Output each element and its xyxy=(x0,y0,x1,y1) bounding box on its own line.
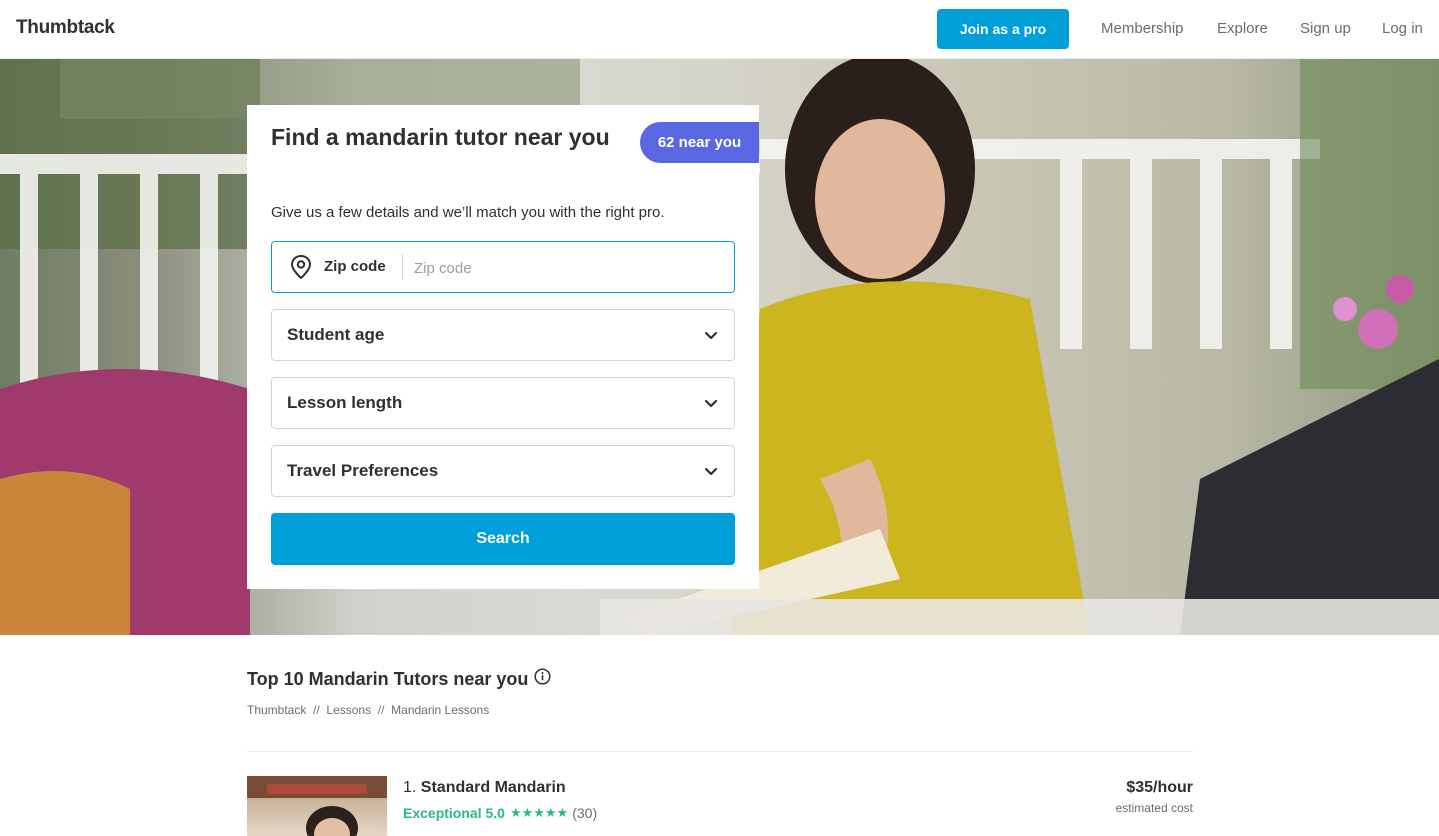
nav-membership-link[interactable]: Membership xyxy=(1101,20,1184,37)
star-rating-icons: ★★★★★ xyxy=(509,805,569,820)
chevron-down-icon xyxy=(704,396,718,414)
results-heading: Top 10 Mandarin Tutors near you xyxy=(247,668,551,690)
student-age-label: Student age xyxy=(287,325,385,344)
info-icon[interactable] xyxy=(534,668,551,690)
breadcrumb-lessons[interactable]: Lessons xyxy=(326,703,371,717)
nav-sign-up-link[interactable]: Sign up xyxy=(1300,20,1351,37)
pro-photo[interactable] xyxy=(247,776,387,836)
results-title-text: Top 10 Mandarin Tutors near you xyxy=(247,668,529,689)
nav-explore-link[interactable]: Explore xyxy=(1217,20,1268,37)
lesson-length-select[interactable]: Lesson length xyxy=(271,377,735,429)
pro-name[interactable]: 1. Standard Mandarin xyxy=(403,779,566,797)
breadcrumb-separator: // xyxy=(377,703,385,717)
travel-preferences-label: Travel Preferences xyxy=(287,461,439,480)
student-age-select[interactable]: Student age xyxy=(271,309,735,361)
search-form-card: Find a mandarin tutor near you 62 near y… xyxy=(247,105,759,589)
location-pin-icon xyxy=(290,254,312,284)
form-subtitle: Give us a few details and we’ll match yo… xyxy=(271,204,665,221)
search-button[interactable]: Search xyxy=(271,513,735,565)
chevron-down-icon xyxy=(704,464,718,482)
thumbtack-logo[interactable]: Thumbtack xyxy=(16,17,115,39)
price-note: estimated cost xyxy=(1115,801,1193,815)
nav-log-in-link[interactable]: Log in xyxy=(1382,20,1423,37)
zip-divider xyxy=(402,254,403,280)
rating-label: Exceptional 5.0 xyxy=(403,805,505,821)
top-navigation: Thumbtack Join as a pro Membership Explo… xyxy=(0,0,1439,59)
review-count: (30) xyxy=(572,805,598,821)
pro-rank: 1. xyxy=(403,779,417,796)
lesson-length-label: Lesson length xyxy=(287,393,403,412)
zip-code-label: Zip code xyxy=(324,258,386,275)
pro-rating: Exceptional 5.0 ★★★★★ (30) xyxy=(403,805,597,821)
zip-code-input[interactable] xyxy=(412,254,716,282)
breadcrumb-thumbtack[interactable]: Thumbtack xyxy=(247,703,306,717)
travel-preferences-select[interactable]: Travel Preferences xyxy=(271,445,735,497)
breadcrumb: Thumbtack // Lessons // Mandarin Lessons xyxy=(247,703,489,717)
pro-name-text[interactable]: Standard Mandarin xyxy=(421,779,566,796)
zip-code-field[interactable]: Zip code xyxy=(271,241,735,293)
join-as-pro-button[interactable]: Join as a pro xyxy=(937,9,1069,49)
form-title: Find a mandarin tutor near you xyxy=(271,124,610,150)
breadcrumb-mandarin-lessons[interactable]: Mandarin Lessons xyxy=(391,703,489,717)
chevron-down-icon xyxy=(704,328,718,346)
section-divider xyxy=(247,751,1193,752)
pro-price: $35/hour xyxy=(1126,779,1193,796)
near-you-badge: 62 near you xyxy=(640,122,759,163)
breadcrumb-separator: // xyxy=(313,703,320,717)
